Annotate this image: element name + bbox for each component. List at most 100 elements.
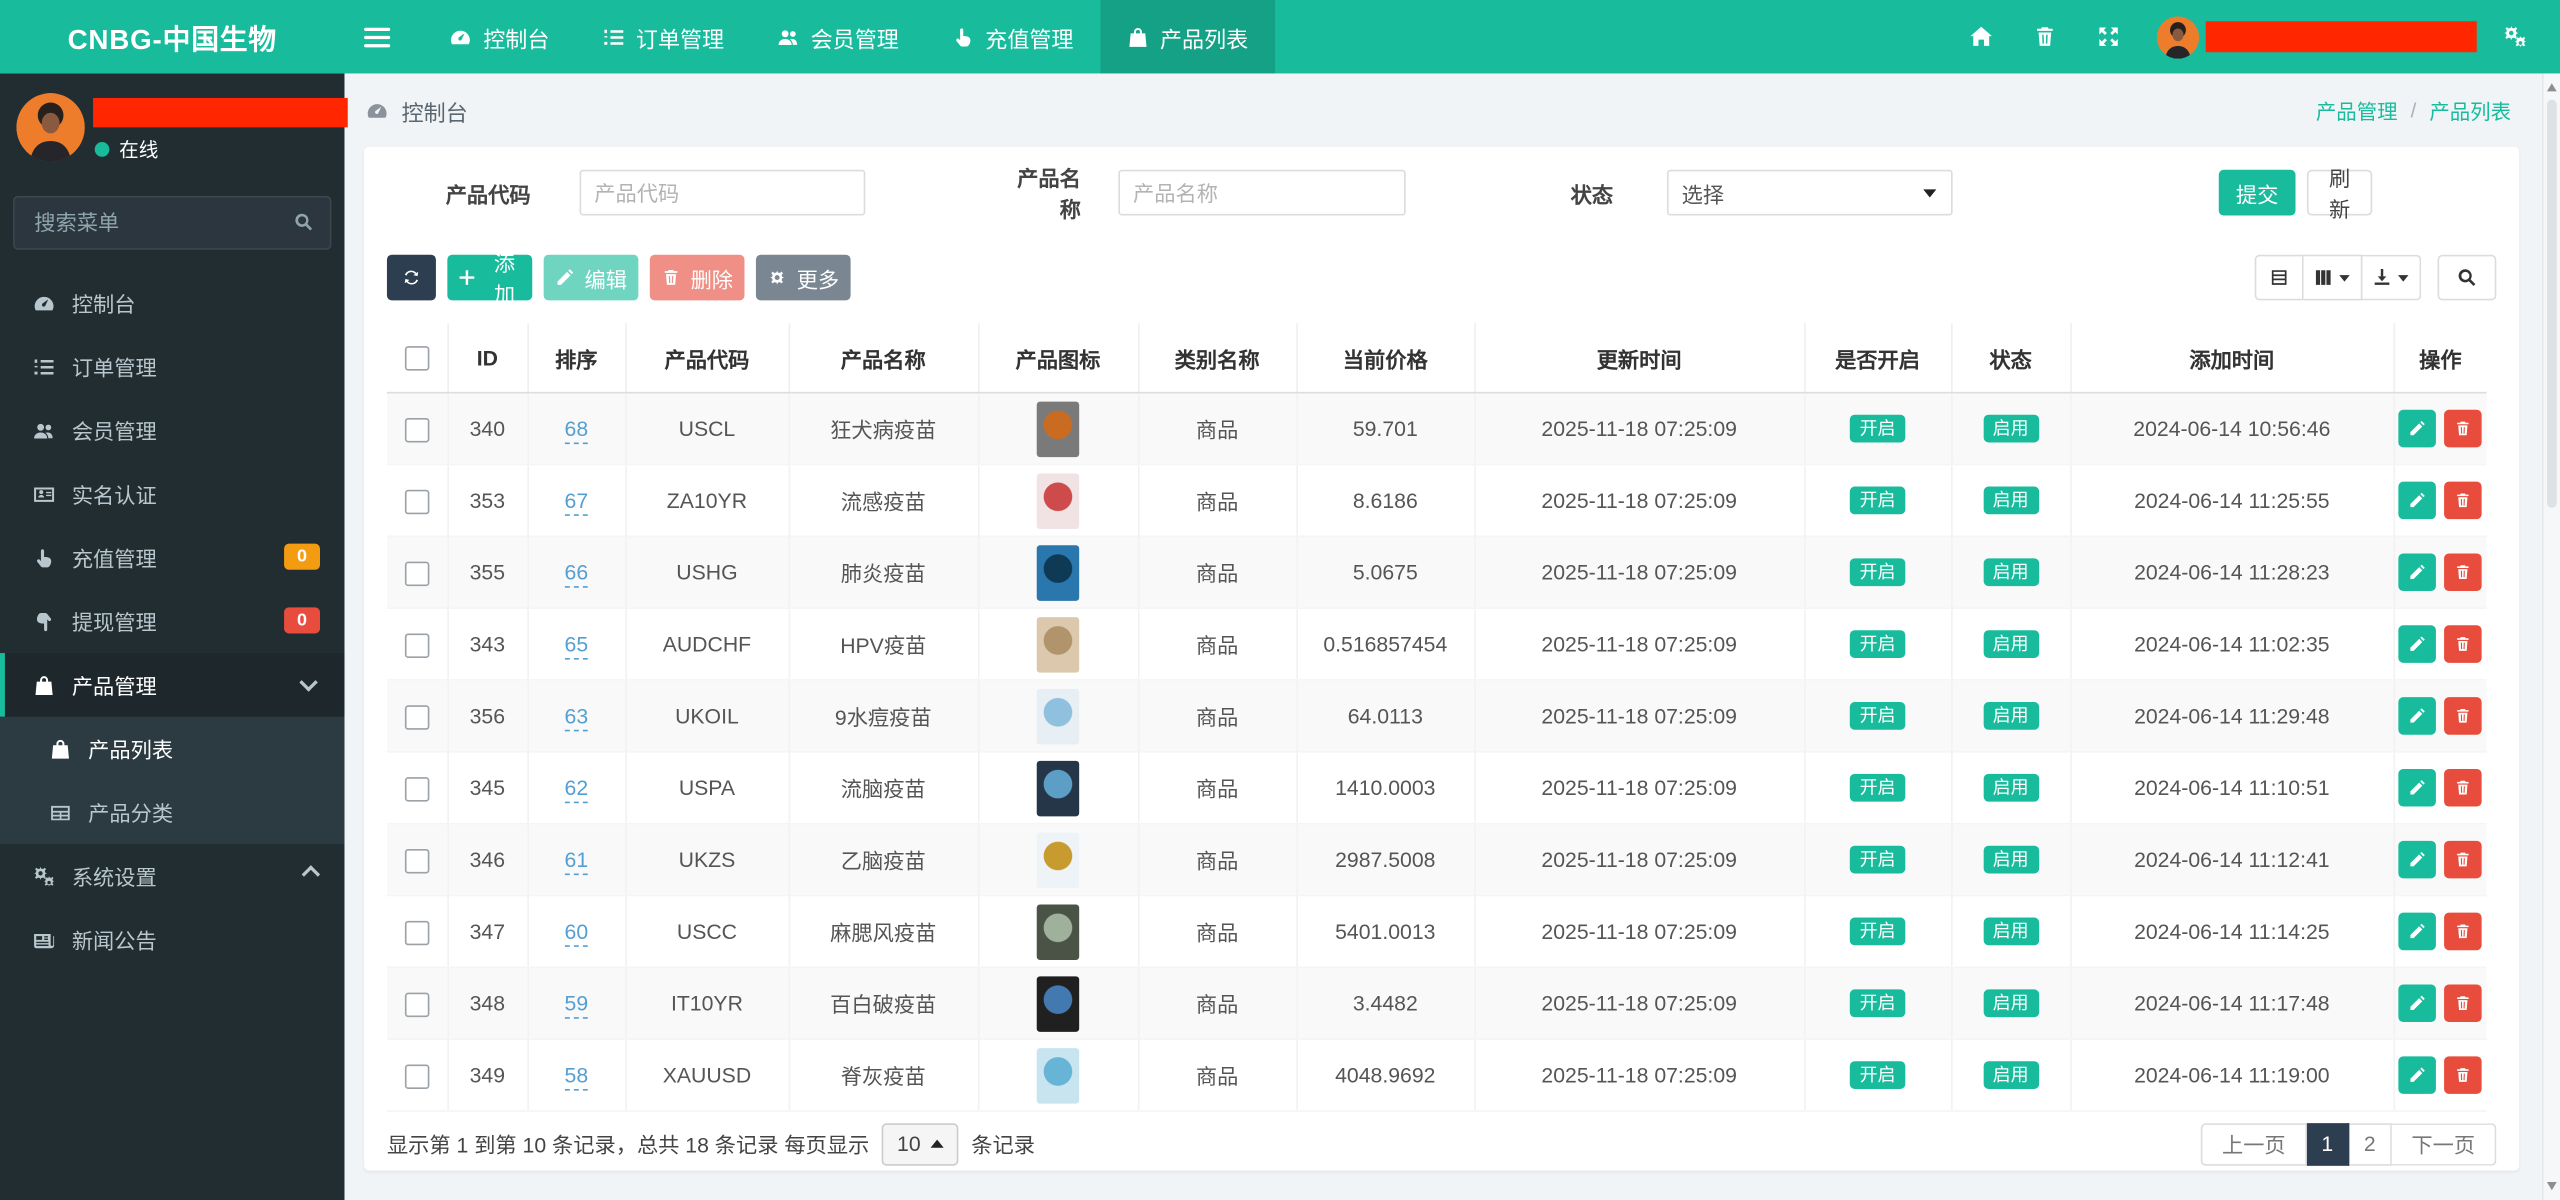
open-badge[interactable]: 开启 <box>1849 415 1906 443</box>
status-badge[interactable]: 启用 <box>1982 1061 2039 1090</box>
row-delete-button[interactable] <box>2444 553 2483 592</box>
top-nav-item-users[interactable]: 会员管理 <box>750 0 925 73</box>
page-size-dropdown[interactable]: 10 <box>882 1122 959 1165</box>
open-badge[interactable]: 开启 <box>1849 702 1906 731</box>
row-checkbox[interactable] <box>404 991 429 1017</box>
open-badge[interactable]: 开启 <box>1849 558 1906 587</box>
open-badge[interactable]: 开启 <box>1849 989 1906 1018</box>
sort-editable-link[interactable]: 60 <box>564 919 589 947</box>
sort-editable-link[interactable]: 65 <box>564 631 589 660</box>
row-delete-button[interactable] <box>2444 625 2483 663</box>
sort-editable-link[interactable]: 68 <box>564 416 589 445</box>
add-button[interactable]: 添加 <box>447 251 533 307</box>
sidebar-item-news[interactable]: 新闻公告 <box>0 908 344 972</box>
row-edit-button[interactable] <box>2398 1056 2437 1094</box>
sidebar-item-list[interactable]: 订单管理 <box>0 335 344 399</box>
row-edit-button[interactable] <box>2398 625 2437 663</box>
row-edit-button[interactable] <box>2398 984 2437 1023</box>
row-edit-button[interactable] <box>2398 768 2437 807</box>
product-image[interactable] <box>1036 544 1080 600</box>
scrollbar-thumb[interactable] <box>2546 99 2556 508</box>
sort-editable-link[interactable]: 63 <box>564 703 589 732</box>
row-checkbox[interactable] <box>404 920 429 945</box>
sidebar-search-input[interactable] <box>13 195 332 250</box>
row-checkbox[interactable] <box>404 489 429 514</box>
row-edit-button[interactable] <box>2398 912 2437 951</box>
row-edit-button[interactable] <box>2398 409 2437 448</box>
status-badge[interactable]: 启用 <box>1982 702 2039 731</box>
page-button-1[interactable]: 1 <box>2306 1122 2350 1165</box>
open-badge[interactable]: 开启 <box>1849 1061 1906 1090</box>
breadcrumb-current-link[interactable]: 产品列表 <box>2429 95 2511 126</box>
sort-editable-link[interactable]: 61 <box>564 847 589 876</box>
product-image[interactable] <box>1036 759 1080 816</box>
sidebar-item-grid-sub[interactable]: 产品分类 <box>0 780 345 845</box>
open-badge[interactable]: 开启 <box>1849 846 1906 874</box>
product-image[interactable] <box>1036 688 1080 744</box>
top-nav-item-bag[interactable]: 产品列表 <box>1099 0 1275 74</box>
status-badge[interactable]: 启用 <box>1982 774 2039 803</box>
sidebar-item-bag-sub[interactable]: 产品列表 <box>0 716 345 781</box>
product-image[interactable] <box>1036 472 1080 529</box>
open-badge[interactable]: 开启 <box>1849 486 1906 515</box>
row-delete-button[interactable] <box>2444 768 2483 807</box>
row-delete-button[interactable] <box>2444 984 2483 1023</box>
row-checkbox[interactable] <box>404 1063 429 1089</box>
status-badge[interactable]: 启用 <box>1982 558 2039 587</box>
row-delete-button[interactable] <box>2444 697 2483 735</box>
status-badge[interactable]: 启用 <box>1982 917 2039 946</box>
search-icon[interactable] <box>292 211 315 234</box>
reload-button[interactable] <box>386 254 436 301</box>
page-nav-button[interactable]: 下一页 <box>2391 1122 2497 1165</box>
row-delete-button[interactable] <box>2444 481 2483 520</box>
fullscreen-icon[interactable] <box>2096 24 2120 48</box>
sidebar-item-users[interactable]: 会员管理 <box>0 398 344 462</box>
row-delete-button[interactable] <box>2444 1056 2483 1094</box>
sort-editable-link[interactable]: 67 <box>564 488 589 516</box>
row-edit-button[interactable] <box>2398 553 2437 592</box>
status-badge[interactable]: 启用 <box>1982 846 2039 874</box>
scrollbar[interactable] <box>2542 73 2560 1200</box>
sidebar-item-card[interactable]: 实名认证 <box>0 462 344 526</box>
product-image[interactable] <box>1036 831 1080 888</box>
page-button-2[interactable]: 2 <box>2349 1122 2392 1165</box>
scroll-down-icon[interactable] <box>2546 1182 2557 1191</box>
page-nav-button[interactable]: 上一页 <box>2200 1122 2307 1165</box>
product-image[interactable] <box>1036 400 1080 457</box>
breadcrumb-parent-link[interactable]: 产品管理 <box>2316 95 2398 126</box>
product-image[interactable] <box>1036 616 1080 672</box>
submit-button[interactable]: 提交 <box>2218 169 2296 216</box>
export-button[interactable] <box>2362 254 2422 301</box>
top-nav-item-hand-up[interactable]: 充值管理 <box>925 0 1100 73</box>
sidebar-avatar[interactable] <box>16 93 85 162</box>
product-image[interactable] <box>1036 975 1080 1032</box>
sort-editable-link[interactable]: 62 <box>564 775 589 804</box>
row-checkbox[interactable] <box>404 704 429 730</box>
row-edit-button[interactable] <box>2398 840 2437 879</box>
top-nav-item-list[interactable]: 订单管理 <box>576 0 751 73</box>
sort-editable-link[interactable]: 59 <box>564 991 589 1019</box>
row-checkbox[interactable] <box>404 848 429 873</box>
sidebar-item-bag[interactable]: 产品管理 <box>0 653 345 717</box>
row-checkbox[interactable] <box>404 776 429 801</box>
pagination-toggle-button[interactable] <box>2254 254 2304 301</box>
status-badge[interactable]: 启用 <box>1982 415 2039 443</box>
sidebar-item-gears[interactable]: 系统设置 <box>0 844 344 908</box>
open-badge[interactable]: 开启 <box>1849 630 1906 659</box>
status-badge[interactable]: 启用 <box>1982 486 2039 515</box>
status-badge[interactable]: 启用 <box>1982 989 2039 1018</box>
sort-editable-link[interactable]: 58 <box>564 1063 589 1091</box>
more-button[interactable]: 更多 <box>755 254 851 301</box>
sort-editable-link[interactable]: 66 <box>564 559 589 588</box>
row-checkbox[interactable] <box>404 560 429 586</box>
status-badge[interactable]: 启用 <box>1982 630 2039 659</box>
row-checkbox[interactable] <box>404 632 429 658</box>
top-nav-item-gauge[interactable]: 控制台 <box>423 0 576 73</box>
settings-gears-icon[interactable] <box>2503 24 2527 48</box>
scroll-up-icon[interactable] <box>2546 83 2557 92</box>
edit-button[interactable]: 编辑 <box>543 254 639 301</box>
row-delete-button[interactable] <box>2444 912 2483 951</box>
row-delete-button[interactable] <box>2444 840 2483 879</box>
open-badge[interactable]: 开启 <box>1849 774 1906 803</box>
row-edit-button[interactable] <box>2398 481 2437 520</box>
